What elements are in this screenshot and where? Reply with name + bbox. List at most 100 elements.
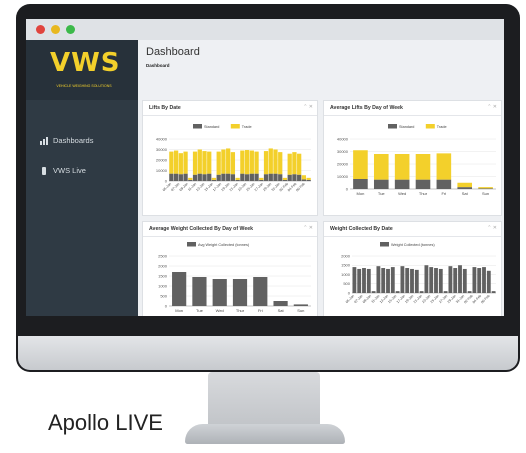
bar bbox=[419, 291, 424, 293]
bar bbox=[169, 151, 174, 174]
panel-tools-icon[interactable]: ⌃ ✕ bbox=[303, 104, 313, 110]
bar bbox=[436, 179, 452, 189]
legend-label: Standard bbox=[204, 125, 219, 129]
bar bbox=[230, 152, 236, 175]
bar bbox=[235, 177, 240, 180]
bar bbox=[394, 179, 410, 189]
bar bbox=[405, 268, 410, 293]
bar bbox=[486, 270, 491, 293]
bar bbox=[244, 174, 250, 181]
bar bbox=[352, 267, 357, 293]
bar bbox=[287, 153, 292, 175]
y-tick-label: 1000 bbox=[158, 283, 168, 288]
sidebar-item-vws-live[interactable]: VWS Live bbox=[40, 166, 86, 175]
bar bbox=[249, 173, 254, 181]
x-tick-label: Sun bbox=[482, 191, 489, 196]
panel-title: Average Weight Collected By Day of Week bbox=[149, 226, 253, 232]
y-tick-label: 10000 bbox=[337, 174, 349, 179]
y-tick-label: 500 bbox=[343, 281, 350, 286]
app-window: VWS VEHICLE WEIGHING SOLUTIONS Dashboard… bbox=[26, 19, 504, 316]
bar bbox=[306, 179, 311, 181]
x-tick-label: Fri bbox=[442, 191, 447, 196]
bar bbox=[249, 150, 254, 174]
bar bbox=[292, 174, 297, 181]
maximize-window-button[interactable] bbox=[66, 25, 75, 34]
bar bbox=[211, 177, 217, 180]
bar bbox=[373, 154, 389, 180]
x-tick-label: 06-Feb bbox=[480, 294, 491, 305]
panel-header: Average Lifts By Day of Week ⌃ ✕ bbox=[324, 101, 501, 116]
bar bbox=[202, 151, 207, 175]
chart-average-lifts-by-day: Standard Trade 0 10000 20000 30000 40000 Mon Tue… bbox=[337, 124, 496, 196]
bar bbox=[278, 174, 283, 181]
bar bbox=[273, 149, 278, 174]
y-tick-label: 2000 bbox=[341, 253, 351, 258]
bar bbox=[438, 268, 443, 293]
bar bbox=[292, 152, 297, 175]
bar bbox=[169, 173, 174, 181]
close-window-button[interactable] bbox=[36, 25, 45, 34]
panel-header: Lifts By Date ⌃ ✕ bbox=[143, 101, 317, 116]
window-titlebar bbox=[26, 19, 504, 40]
x-tick-label: Thur bbox=[236, 308, 245, 313]
panel-tools-icon[interactable]: ⌃ ✕ bbox=[487, 104, 497, 110]
bar bbox=[221, 149, 226, 174]
x-tick-label: Sat bbox=[278, 308, 285, 313]
bar bbox=[282, 177, 288, 180]
x-tick-label: Mon bbox=[357, 191, 365, 196]
bar bbox=[178, 174, 183, 181]
panel-title: Weight Collected By Date bbox=[330, 226, 393, 232]
bar bbox=[263, 151, 269, 175]
legend-label: Standard bbox=[399, 125, 414, 129]
panel-weight-by-date: Weight Collected By Date ⌃ ✕ Weight Coll… bbox=[323, 221, 502, 316]
bar bbox=[226, 148, 231, 174]
x-tick-label: 06-Feb bbox=[295, 182, 306, 193]
bar bbox=[172, 272, 187, 306]
legend-swatch bbox=[230, 124, 240, 129]
bar bbox=[240, 173, 245, 181]
bar bbox=[197, 173, 202, 181]
bar bbox=[458, 265, 462, 293]
bar bbox=[268, 148, 273, 174]
bar bbox=[240, 150, 245, 174]
page-title: Dashboard bbox=[146, 46, 200, 58]
bar bbox=[192, 277, 207, 306]
bar bbox=[192, 151, 198, 175]
y-tick-label: 20000 bbox=[337, 161, 349, 166]
logo-tagline: VEHICLE WEIGHING SOLUTIONS bbox=[56, 84, 112, 88]
bar bbox=[273, 173, 278, 181]
logo[interactable]: VWS VEHICLE WEIGHING SOLUTIONS bbox=[26, 40, 138, 100]
bar bbox=[216, 151, 221, 175]
bar bbox=[429, 267, 434, 293]
legend-swatch bbox=[388, 124, 397, 129]
bar bbox=[415, 179, 431, 189]
x-tick-label: Wed bbox=[216, 308, 224, 313]
minimize-window-button[interactable] bbox=[51, 25, 60, 34]
bar bbox=[467, 291, 472, 293]
legend-label: Weight Collected (tonnes) bbox=[391, 243, 435, 247]
bar bbox=[373, 179, 389, 189]
bar bbox=[273, 301, 288, 306]
y-tick-label: 0 bbox=[346, 186, 349, 191]
bar bbox=[353, 179, 368, 189]
monitor-chin bbox=[18, 336, 518, 370]
y-tick-label: 1000 bbox=[341, 272, 351, 277]
bar bbox=[478, 188, 493, 189]
panel-tools-icon[interactable]: ⌃ ✕ bbox=[487, 225, 497, 231]
y-tick-label: 20000 bbox=[156, 157, 168, 162]
y-tick-label: 2500 bbox=[158, 253, 168, 258]
sidebar-item-dashboards[interactable]: Dashboards bbox=[40, 136, 93, 145]
bar bbox=[173, 150, 179, 174]
bar bbox=[235, 179, 240, 181]
bar bbox=[443, 291, 448, 293]
bar bbox=[301, 179, 307, 181]
bar bbox=[390, 267, 395, 293]
bar bbox=[366, 268, 371, 293]
bar bbox=[434, 268, 438, 293]
phone-icon bbox=[42, 166, 46, 175]
bar bbox=[376, 266, 381, 293]
bar bbox=[400, 266, 405, 293]
panel-tools-icon[interactable]: ⌃ ✕ bbox=[303, 225, 313, 231]
sidebar-item-label: Dashboards bbox=[53, 136, 94, 145]
bar bbox=[207, 173, 212, 181]
